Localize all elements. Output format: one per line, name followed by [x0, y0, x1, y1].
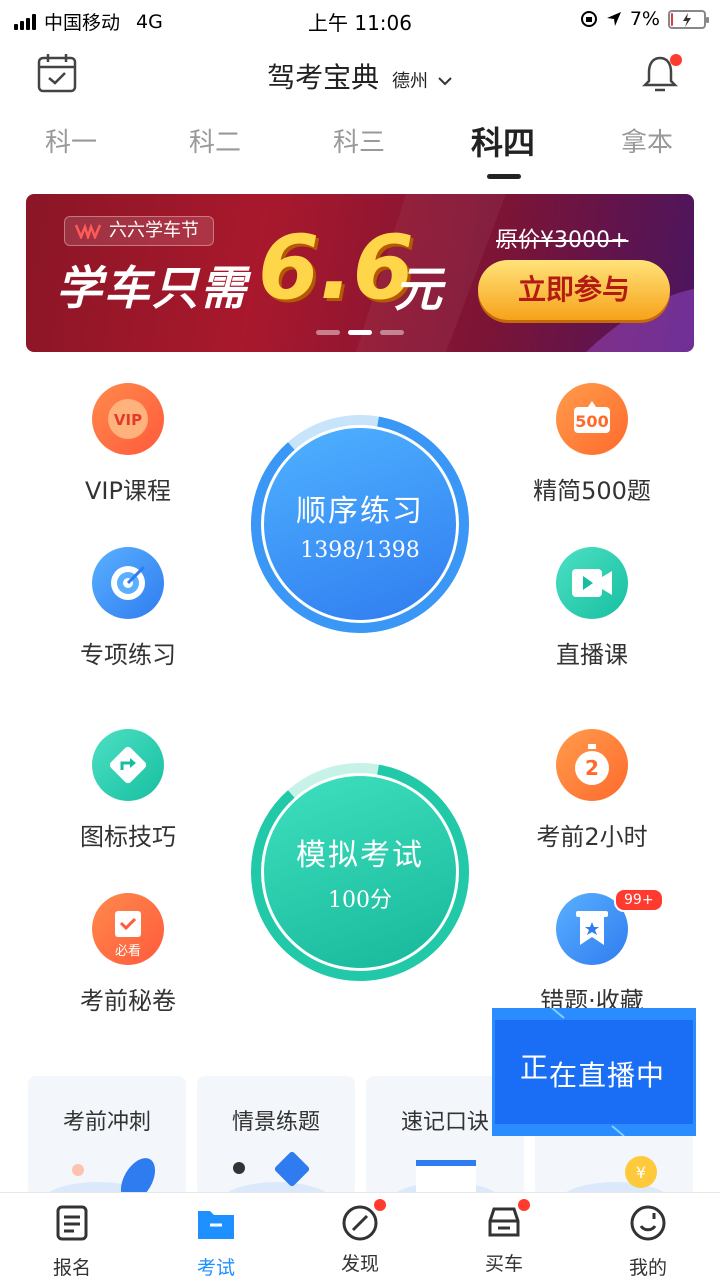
app-title[interactable]: 驾考宝典 德州: [0, 56, 720, 96]
festival-logo-icon: [75, 223, 101, 239]
live-first-char: 正: [520, 1051, 550, 1084]
secret-papers-label: 考前秘卷: [80, 987, 176, 1015]
app-title-text: 驾考宝典: [267, 61, 380, 94]
promo-banner[interactable]: 六六学车节 学车只需 6.6 元 原价¥3000+ 立即参与: [26, 194, 694, 352]
wrong-count-badge: 99+: [614, 888, 664, 912]
subject-tabs: 科一 科二 科三 科四 拿本: [0, 122, 720, 182]
nav-mine[interactable]: 我的: [588, 1203, 708, 1280]
live-rest-text: 在直播中: [549, 1059, 666, 1092]
card-scenario[interactable]: 情景练题: [197, 1076, 355, 1196]
banner-original-price: 原价¥3000+: [496, 228, 629, 253]
two-hours-label: 考前2小时: [536, 823, 648, 851]
two-hours-before-exam[interactable]: 2 考前2小时: [507, 729, 677, 852]
card-sprint-title: 考前冲刺: [62, 1110, 151, 1135]
exam-label: 模拟考试: [296, 838, 424, 873]
must-see-badge: 必看: [114, 944, 141, 959]
status-bar: 中国移动 4G 上午 11:06 7%: [0, 0, 720, 40]
vip-icon: VIP: [92, 383, 164, 455]
vip-course[interactable]: VIP VIP课程: [43, 383, 213, 506]
rotation-lock-icon: [580, 11, 597, 27]
video-icon: [556, 547, 628, 619]
signup-icon: [56, 1205, 88, 1241]
exam-score: 100分: [328, 888, 392, 913]
smile-icon: [630, 1205, 666, 1241]
nav-signup[interactable]: 报名: [12, 1203, 132, 1280]
battery-icon: [668, 9, 709, 29]
coin-icon: ¥: [560, 1156, 670, 1196]
nav-signup-label: 报名: [52, 1257, 91, 1279]
nav-buycar[interactable]: 买车: [444, 1199, 564, 1276]
nav-discover[interactable]: 发现: [300, 1199, 420, 1276]
card-sprint[interactable]: 考前冲刺: [28, 1076, 186, 1196]
car-icon: [488, 1207, 520, 1237]
practice-circle-inner: 顺序练习 1398/1398: [264, 428, 456, 620]
live-course-label: 直播课: [556, 641, 628, 669]
pedestrian-sign-icon: [222, 1151, 332, 1196]
banner-pagination: [316, 330, 404, 335]
banner-headline: 学车只需: [56, 261, 248, 315]
banner-dot: [380, 330, 404, 335]
banner-dot-active: [348, 330, 372, 335]
notebook-icon: [391, 1160, 501, 1196]
500-questions-icon: 500: [556, 383, 628, 455]
tab-ke2[interactable]: 科二: [160, 122, 270, 159]
tab-ke4[interactable]: 科四: [448, 118, 558, 164]
rocket-icon: [48, 1158, 156, 1196]
road-sign-icon: [92, 729, 164, 801]
sign-skills[interactable]: 图标技巧: [43, 729, 213, 852]
nav-mine-label: 我的: [628, 1257, 667, 1279]
discover-dot: [374, 1199, 386, 1211]
zhuanxiang-practice[interactable]: 专项练习: [43, 547, 213, 670]
live-now-text: 正在直播中: [520, 1051, 666, 1094]
tab-ke1[interactable]: 科一: [16, 122, 126, 159]
target-icon: [92, 547, 164, 619]
svg-text:2: 2: [585, 756, 599, 780]
tab-naben[interactable]: 拿本: [592, 122, 702, 159]
nav-buycar-label: 买车: [484, 1253, 523, 1275]
buycar-dot: [518, 1199, 530, 1211]
folder-icon: [198, 1211, 234, 1239]
location-icon: [606, 12, 621, 26]
live-course[interactable]: 直播课: [507, 547, 677, 670]
practice-progress: 1398/1398: [300, 537, 420, 563]
banner-amount: 6.6: [258, 216, 414, 319]
sequential-practice-button[interactable]: 顺序练习 1398/1398: [250, 414, 470, 634]
mock-exam-button[interactable]: 模拟考试 100分: [250, 762, 470, 982]
card-scenario-title: 情景练题: [231, 1110, 320, 1135]
zhuanxiang-practice-label: 专项练习: [80, 641, 176, 669]
banner-tag-text: 六六学车节: [109, 220, 199, 241]
svg-text:¥: ¥: [636, 1163, 646, 1182]
nav-exam[interactable]: 考试: [156, 1203, 276, 1280]
join-button[interactable]: 立即参与: [478, 260, 670, 320]
nav-exam-label: 考试: [196, 1257, 235, 1279]
sign-skills-label: 图标技巧: [80, 823, 176, 851]
secret-paper-icon: 必看: [92, 893, 164, 965]
battery-percent: 7%: [629, 8, 660, 30]
jingjian-500-label: 精简500题: [533, 477, 651, 505]
vip-course-label: VIP课程: [85, 477, 171, 505]
practice-label: 顺序练习: [296, 493, 424, 529]
chevron-down-icon: [438, 77, 452, 86]
notification-dot: [670, 54, 682, 66]
compass-icon: [342, 1205, 378, 1241]
bottom-nav: 报名 考试 发现 买车 我的: [0, 1192, 720, 1280]
city-selector[interactable]: 德州: [392, 71, 428, 92]
banner-tag: 六六学车节: [64, 216, 214, 246]
tab-ke3[interactable]: 科三: [304, 122, 414, 159]
banner-dot: [316, 330, 340, 335]
exam-circle-inner: 模拟考试 100分: [264, 776, 456, 968]
jingjian-500[interactable]: 500 精简500题: [507, 383, 677, 506]
secret-papers[interactable]: 必看 考前秘卷: [43, 893, 213, 1016]
nav-discover-label: 发现: [340, 1253, 379, 1275]
svg-text:500: 500: [575, 412, 608, 431]
svg-text:VIP: VIP: [114, 411, 142, 429]
live-now-popup[interactable]: 正在直播中: [492, 1008, 696, 1136]
stopwatch-icon: 2: [556, 729, 628, 801]
banner-unit: 元: [394, 262, 443, 318]
tab-underline: [487, 174, 521, 179]
app-header: 驾考宝典 德州: [0, 44, 720, 108]
